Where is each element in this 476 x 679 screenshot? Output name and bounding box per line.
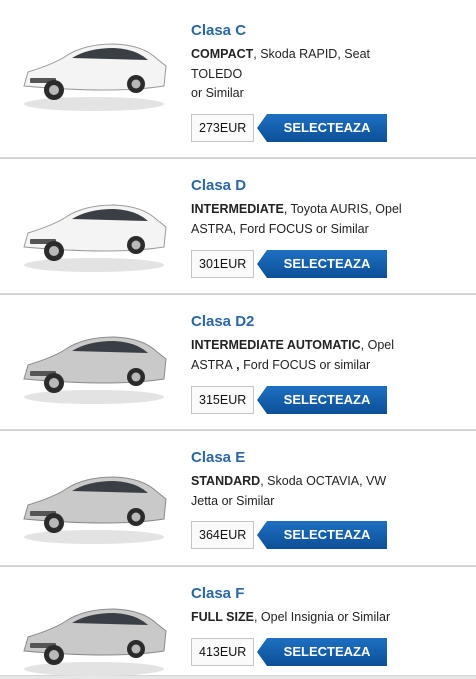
car-image (14, 589, 174, 679)
car-info: Clasa F FULL SIZE, Opel Insignia or Simi… (191, 585, 461, 628)
car-category: FULL SIZE (191, 610, 254, 624)
car-category: STANDARD (191, 474, 261, 488)
car-models: ASTRA, Ford FOCUS or Similar (191, 221, 369, 236)
car-card: Clasa C COMPACT, Skoda RAPID, Seat TOLED… (0, 0, 476, 158)
car-models: , Toyota AURIS, Opel (283, 202, 402, 216)
car-models: , Opel (360, 338, 395, 352)
car-card: Clasa F FULL SIZE, Opel Insignia or Simi… (0, 566, 476, 676)
car-models: , Skoda RAPID, Seat (253, 47, 370, 61)
car-image (14, 317, 174, 407)
price-value: 413EUR (191, 638, 254, 666)
select-button[interactable]: SELECTEAZA (257, 638, 387, 666)
car-category: INTERMEDIATE AUTOMATIC (191, 338, 361, 352)
car-info: Clasa D INTERMEDIATE, Toyota AURIS, Opel… (191, 177, 461, 239)
car-info: Clasa E STANDARD, Skoda OCTAVIA, VW Jett… (191, 449, 461, 511)
car-models: Ford FOCUS or similar (243, 357, 371, 372)
price-value: 364EUR (191, 521, 254, 549)
price-value: 315EUR (191, 386, 254, 414)
car-image (14, 185, 174, 275)
car-info: Clasa D2 INTERMEDIATE AUTOMATIC, Opel AS… (191, 313, 461, 375)
car-list: Clasa C COMPACT, Skoda RAPID, Seat TOLED… (0, 0, 476, 676)
car-info: Clasa C COMPACT, Skoda RAPID, Seat TOLED… (191, 22, 461, 104)
car-card: Clasa E STANDARD, Skoda OCTAVIA, VW Jett… (0, 430, 476, 566)
car-description: FULL SIZE, Opel Insignia or Similar (191, 608, 461, 628)
car-models: ASTRA (191, 357, 233, 372)
car-models: , Skoda OCTAVIA, VW (260, 474, 387, 488)
price-value: 273EUR (191, 114, 254, 142)
car-models: Jetta or Similar (191, 493, 275, 508)
select-button[interactable]: SELECTEAZA (257, 114, 387, 142)
select-button[interactable]: SELECTEAZA (257, 250, 387, 278)
class-title: Clasa E (191, 449, 246, 466)
car-description: COMPACT, Skoda RAPID, Seat TOLEDO or Sim… (191, 45, 461, 104)
car-image (14, 24, 174, 114)
class-title: Clasa F (191, 585, 245, 602)
class-title: Clasa D2 (191, 313, 255, 330)
car-description: INTERMEDIATE AUTOMATIC, Opel ASTRA , For… (191, 336, 461, 375)
class-title: Clasa C (191, 22, 247, 39)
select-button[interactable]: SELECTEAZA (257, 521, 387, 549)
class-title: Clasa D (191, 177, 247, 194)
car-description: STANDARD, Skoda OCTAVIA, VW Jetta or Sim… (191, 472, 461, 511)
select-button[interactable]: SELECTEAZA (257, 386, 387, 414)
price-value: 301EUR (191, 250, 254, 278)
car-category: INTERMEDIATE (191, 202, 284, 216)
car-card: Clasa D2 INTERMEDIATE AUTOMATIC, Opel AS… (0, 294, 476, 430)
car-description: INTERMEDIATE, Toyota AURIS, Opel ASTRA, … (191, 200, 461, 239)
car-category: COMPACT (191, 47, 254, 61)
car-models: or Similar (191, 86, 244, 100)
car-image (14, 457, 174, 547)
car-card: Clasa D INTERMEDIATE, Toyota AURIS, Opel… (0, 158, 476, 294)
car-models: , Opel Insignia or Similar (253, 610, 391, 624)
car-models: TOLEDO (191, 66, 243, 81)
car-models-separator: , (232, 357, 244, 372)
